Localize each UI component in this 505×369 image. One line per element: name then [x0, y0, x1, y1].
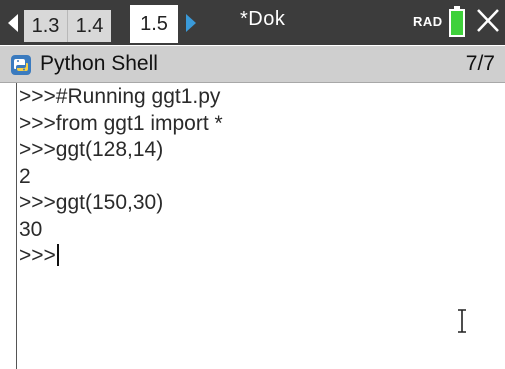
shell-line: 30 — [19, 217, 43, 241]
shell-line: >>>ggt(150,30) — [19, 191, 164, 214]
tab-1-5[interactable]: 1.5 — [130, 5, 178, 43]
app-header: Python Shell 7/7 — [0, 46, 505, 83]
shell-prompt-line[interactable]: >>> — [19, 243, 489, 270]
page-count: 7/7 — [465, 52, 495, 75]
arrow-left-icon[interactable] — [8, 14, 18, 32]
close-icon[interactable] — [474, 5, 502, 35]
left-border — [16, 83, 17, 369]
text-cursor-icon — [458, 309, 466, 333]
tab-bar: 1.3 1.4 1.5 *Dok RAD — [0, 0, 505, 45]
tab-1-3[interactable]: 1.3 — [24, 10, 67, 42]
python-icon — [11, 55, 31, 75]
shell-prompt: >>> — [19, 244, 56, 267]
battery-icon — [449, 6, 465, 37]
tab-1-4[interactable]: 1.4 — [67, 10, 111, 42]
shell-line: >>>ggt(128,14) — [19, 138, 164, 161]
document-title: *Dok — [240, 8, 286, 30]
app-title: Python Shell — [40, 52, 158, 75]
shell-line: >>>#Running ggt1.py — [19, 85, 221, 108]
shell-line: >>>from ggt1 import * — [19, 111, 223, 135]
text-caret — [56, 244, 59, 266]
arrow-right-icon[interactable] — [186, 14, 196, 32]
shell-line: 2 — [19, 164, 31, 188]
shell-output[interactable]: >>>#Running ggt1.py >>>from ggt1 import … — [19, 84, 489, 270]
angle-mode-indicator: RAD — [413, 14, 443, 29]
